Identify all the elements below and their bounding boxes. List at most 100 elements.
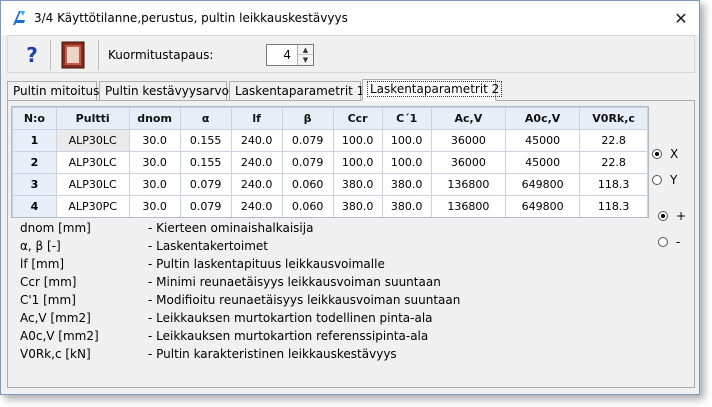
table-header-row: N:o Pultti dnom α lf β Ccr C´1 Ac,V A0c,… (12, 107, 648, 130)
table-cell[interactable]: ALP30LC (55, 173, 130, 196)
window-title: 3/4 Käyttötilanne,perustus, pultin leikk… (34, 11, 348, 25)
app-logo-icon (13, 11, 25, 25)
radio-plus-label[interactable]: + (676, 209, 686, 223)
column-header[interactable]: A0c,V (504, 107, 581, 130)
help-button[interactable]: ? (22, 42, 42, 68)
table-cell[interactable]: ALP30LC (55, 151, 130, 174)
radio-x[interactable] (652, 149, 662, 159)
stepper-up-icon[interactable]: ▲ (298, 45, 313, 55)
table-cell[interactable]: 0.155 (179, 129, 232, 152)
row-number[interactable]: 1 (12, 129, 57, 152)
results-grid[interactable]: N:o Pultti dnom α lf β Ccr C´1 Ac,V A0c,… (11, 106, 649, 218)
table-cell[interactable]: 45000 (504, 129, 581, 152)
table-cell[interactable]: 118.3 (579, 195, 648, 217)
row-number[interactable]: 3 (12, 173, 57, 196)
tab-panel: N:o Pultti dnom α lf β Ccr C´1 Ac,V A0c,… (7, 100, 695, 388)
legend-term: lf [mm] (20, 257, 65, 271)
table-cell[interactable]: 0.079 (281, 151, 334, 174)
table-row[interactable]: 1 ALP30LC 30.0 0.155 240.0 0.079 100.0 1… (12, 129, 648, 152)
column-header[interactable]: C´1 (381, 107, 432, 130)
table-cell[interactable]: ALP30LC (55, 129, 130, 152)
table-cell[interactable]: 136800 (430, 195, 506, 217)
table-cell[interactable]: 118.3 (579, 173, 648, 196)
legend-description: - Laskentakertoimet (148, 239, 268, 253)
table-cell[interactable]: 136800 (430, 173, 506, 196)
table-cell[interactable]: 36000 (430, 151, 506, 174)
stepper-arrows: ▲ ▼ (297, 45, 313, 65)
radio-y-label[interactable]: Y (670, 173, 677, 187)
stepper-down-icon[interactable]: ▼ (298, 55, 313, 65)
legend-term: C'1 [mm] (20, 293, 76, 307)
title-bar[interactable]: 3/4 Käyttötilanne,perustus, pultin leikk… (1, 1, 699, 35)
tab-pultin-mitoitus[interactable]: Pultin mitoitus (7, 81, 99, 101)
table-cell[interactable]: 240.0 (230, 195, 283, 217)
table-cell[interactable]: ALP30PC (55, 195, 130, 217)
column-header[interactable]: α (179, 107, 232, 130)
column-header[interactable]: β (281, 107, 334, 130)
table-cell[interactable]: 30.0 (128, 151, 181, 174)
row-number[interactable]: 2 (12, 151, 57, 174)
door-icon[interactable] (60, 41, 86, 69)
radio-x-label[interactable]: X (670, 147, 678, 161)
table-cell[interactable]: 22.8 (579, 129, 648, 152)
table-cell[interactable]: 36000 (430, 129, 506, 152)
table-cell[interactable]: 30.0 (128, 173, 181, 196)
table-cell[interactable]: 45000 (504, 151, 581, 174)
legend-term: Ccr [mm] (20, 275, 77, 289)
table-cell[interactable]: 380.0 (381, 173, 432, 196)
table-cell[interactable]: 649800 (504, 173, 581, 196)
table-cell[interactable]: 240.0 (230, 173, 283, 196)
radio-y[interactable] (652, 175, 662, 185)
table-cell[interactable]: 22.8 (579, 151, 648, 174)
tab-laskentaparametrit-2[interactable]: Laskentaparametrit 2 (362, 79, 503, 101)
kuormitustapaus-stepper[interactable]: 4 ▲ ▼ (266, 44, 314, 66)
results-table: N:o Pultti dnom α lf β Ccr C´1 Ac,V A0c,… (12, 107, 648, 217)
column-header[interactable]: dnom (128, 107, 181, 130)
table-row[interactable]: 2 ALP30LC 30.0 0.155 240.0 0.079 100.0 1… (12, 151, 648, 174)
column-header[interactable]: Ccr (332, 107, 383, 130)
table-cell[interactable]: 380.0 (332, 195, 383, 217)
radio-minus-label[interactable]: - (676, 235, 680, 249)
legend-term: V0Rk,c [kN] (20, 347, 91, 361)
tab-laskentaparametrit-1[interactable]: Laskentaparametrit 1 (229, 81, 364, 101)
table-cell[interactable]: 0.079 (281, 129, 334, 152)
radio-minus[interactable] (658, 237, 668, 247)
table-cell[interactable]: 240.0 (230, 151, 283, 174)
toolbar-separator (50, 40, 51, 70)
column-header[interactable]: Ac,V (430, 107, 506, 130)
column-header[interactable]: Pultti (55, 107, 130, 130)
kuormitustapaus-value[interactable]: 4 (283, 48, 291, 62)
legend-description: - Pultin laskentapituus leikkausvoimalle (148, 257, 385, 271)
table-row[interactable]: 4 ALP30PC 30.0 0.079 240.0 0.060 380.0 3… (12, 195, 648, 217)
table-row[interactable]: 3 ALP30LC 30.0 0.079 240.0 0.060 380.0 3… (12, 173, 648, 196)
legend-description: - Modifioitu reunaetäisyys leikkausvoima… (148, 293, 461, 307)
table-cell[interactable]: 100.0 (381, 151, 432, 174)
row-number[interactable]: 4 (12, 195, 57, 217)
table-cell[interactable]: 240.0 (230, 129, 283, 152)
table-cell[interactable]: 380.0 (332, 173, 383, 196)
table-cell[interactable]: 100.0 (332, 151, 383, 174)
tab-pultin-kestavyysarvot[interactable]: Pultin kestävyysarvot (99, 81, 234, 101)
table-cell[interactable]: 30.0 (128, 129, 181, 152)
table-cell[interactable]: 100.0 (332, 129, 383, 152)
table-cell[interactable]: 380.0 (381, 195, 432, 217)
table-cell[interactable]: 649800 (504, 195, 581, 217)
legend-description: - Leikkauksen murtokartion todellinen pi… (148, 311, 433, 325)
table-cell[interactable]: 0.060 (281, 195, 334, 217)
column-header[interactable]: lf (230, 107, 283, 130)
radio-plus[interactable] (658, 211, 668, 221)
legend-description: - Minimi reunaetäisyys leikkausvoiman su… (148, 275, 441, 289)
table-cell[interactable]: 0.060 (281, 173, 334, 196)
table-cell[interactable]: 100.0 (381, 129, 432, 152)
legend-term: Ac,V [mm2] (20, 311, 91, 325)
table-cell[interactable]: 30.0 (128, 195, 181, 217)
legend-description: - Leikkauksen murtokartion referenssipin… (148, 329, 429, 343)
kuormitustapaus-label: Kuormitustapaus: (108, 48, 214, 62)
close-button[interactable]: ✕ (669, 7, 693, 29)
table-cell[interactable]: 0.079 (179, 195, 232, 217)
column-header[interactable]: N:o (12, 107, 57, 130)
table-cell[interactable]: 0.079 (179, 173, 232, 196)
column-header[interactable]: V0Rk,c (579, 107, 648, 130)
legend-description: - Kierteen ominaishalkaisija (148, 221, 314, 235)
table-cell[interactable]: 0.155 (179, 151, 232, 174)
